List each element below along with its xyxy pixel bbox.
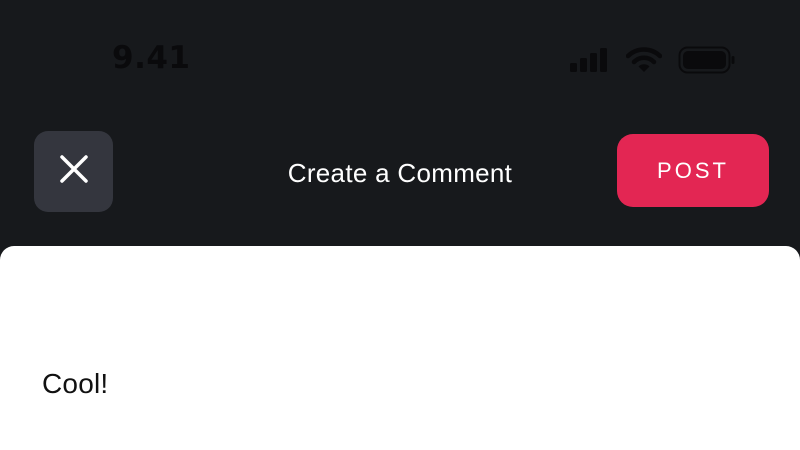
comment-input[interactable]: Cool! <box>42 368 108 400</box>
comment-composer[interactable]: Cool! <box>0 246 800 450</box>
create-comment-screen: 9.41 Create a Comment POST Cool! <box>0 0 800 450</box>
header: Create a Comment POST <box>0 120 800 230</box>
wifi-icon <box>626 47 662 73</box>
status-icons <box>570 44 736 76</box>
cellular-signal-icon <box>570 48 610 72</box>
battery-icon <box>678 46 736 74</box>
status-bar: 9.41 <box>0 0 800 110</box>
post-button[interactable]: POST <box>617 134 769 207</box>
status-time: 9.41 <box>112 40 191 76</box>
